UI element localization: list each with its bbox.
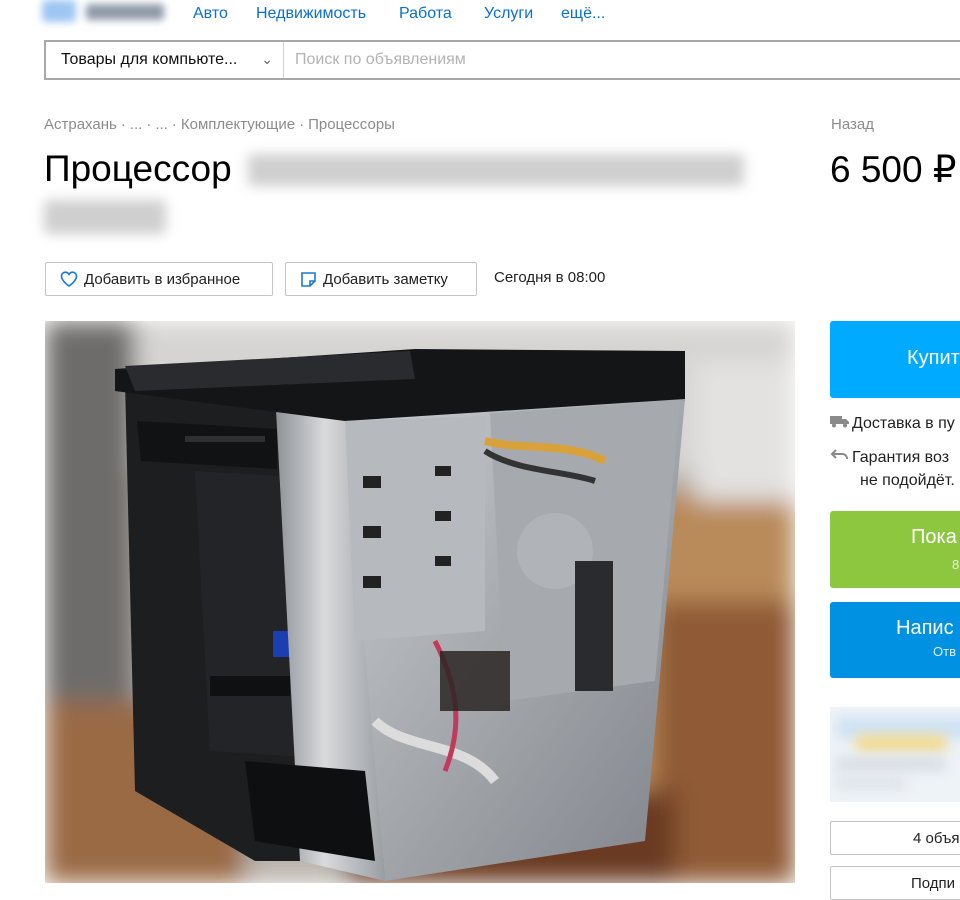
breadcrumb-city[interactable]: Астрахань [44, 116, 117, 133]
product-photo[interactable] [45, 321, 795, 883]
subscribe-label: Подпи [911, 875, 956, 892]
add-note-label: Добавить заметку [323, 270, 448, 288]
add-to-favorites-label: Добавить в избранное [84, 270, 241, 288]
seller-card[interactable] [830, 707, 960, 802]
subscribe-button[interactable]: Подпи [830, 866, 960, 900]
chevron-down-icon: ⌄ [261, 51, 273, 67]
guarantee-text-line2: не подойдёт. [860, 472, 955, 489]
delivery-text: Доставка в пу [852, 415, 955, 432]
seller-listings-button[interactable]: 4 объя [830, 821, 960, 855]
nav-item-auto[interactable]: Авто [193, 5, 228, 23]
back-link[interactable]: Назад [831, 116, 874, 133]
nav-item-services[interactable]: Услуги [484, 5, 533, 23]
blurred-title-line2 [44, 200, 166, 234]
guarantee-info: Гарантия воз [830, 448, 949, 467]
add-to-favorites-button[interactable]: Добавить в избранное [45, 262, 273, 296]
page-title: Процессор [44, 148, 232, 189]
buy-button[interactable]: Купит [830, 321, 960, 398]
show-phone-sub: 8 [952, 557, 960, 572]
search-bar: Товары для компьюте... ⌄ [44, 40, 960, 80]
truck-icon [830, 414, 852, 433]
category-label: Товары для компьюте... [61, 51, 238, 68]
write-message-sub: Отв [933, 644, 956, 659]
breadcrumb: Астрахань ·... ·... · Комплектующие · Процессо… [44, 116, 395, 133]
category-select[interactable]: Товары для компьюте... ⌄ [46, 42, 284, 78]
note-icon [301, 271, 316, 287]
write-message-button[interactable]: Напис Отв [830, 602, 960, 678]
seller-listings-label: 4 объя [913, 830, 960, 847]
show-phone-label: Пока [911, 526, 957, 548]
price: 6 500 ₽ [830, 149, 957, 190]
nav-item-jobs[interactable]: Работа [399, 5, 452, 23]
breadcrumb-ellipsis-1[interactable]: ... [130, 116, 143, 133]
return-icon [830, 448, 852, 467]
write-message-label: Напис [896, 617, 954, 639]
publish-date: Сегодня в 08:00 [494, 269, 606, 286]
breadcrumb-processors[interactable]: Процессоры [308, 116, 395, 133]
breadcrumb-ellipsis-2[interactable]: ... [155, 116, 168, 133]
blurred-title-part [248, 154, 744, 186]
add-note-button[interactable]: Добавить заметку [285, 262, 477, 296]
breadcrumb-components[interactable]: Комплектующие [181, 116, 295, 133]
guarantee-text-line1: Гарантия воз [852, 449, 950, 466]
search-input[interactable] [284, 41, 960, 79]
nav-item-more[interactable]: ещё... [561, 5, 605, 23]
site-logo[interactable] [42, 0, 170, 26]
heart-icon [60, 271, 78, 287]
nav-item-realty[interactable]: Недвижимость [256, 5, 366, 23]
buy-button-label: Купит [907, 347, 960, 369]
show-phone-button[interactable]: Пока 8 [830, 511, 960, 588]
delivery-info: Доставка в пу [830, 414, 955, 433]
